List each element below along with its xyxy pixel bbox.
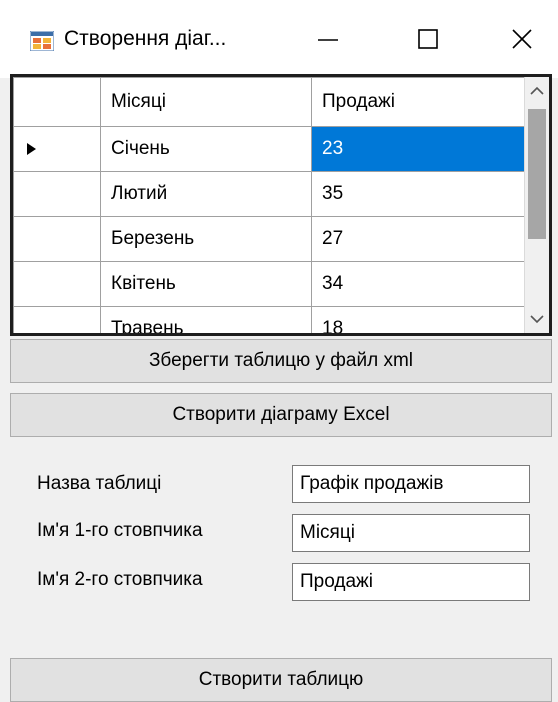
form-app-icon [30, 31, 54, 51]
data-grid-table: Місяці Продажі Січень 23 Лютий 35 Березе… [13, 77, 527, 333]
table-row[interactable]: Квітень 34 [13, 261, 527, 307]
month-cell[interactable]: Квітень [100, 261, 312, 307]
close-icon [512, 29, 532, 49]
column2-name-label: Ім'я 2-го стовпчика [37, 569, 203, 590]
table-row[interactable]: Лютий 35 [13, 171, 527, 217]
sales-cell[interactable]: 23 [311, 126, 527, 172]
month-cell[interactable]: Травень [100, 306, 312, 333]
table-name-field[interactable] [292, 465, 530, 503]
maximize-button[interactable] [405, 20, 451, 58]
close-button[interactable] [499, 20, 545, 58]
create-table-button[interactable]: Створити таблицю [10, 658, 552, 702]
row-header[interactable] [13, 261, 101, 307]
create-excel-chart-button[interactable]: Створити діаграму Excel [10, 393, 552, 437]
minimize-icon [318, 39, 338, 41]
main-window: Створення діаг... Місяці Продажі Січень … [0, 0, 558, 702]
month-cell[interactable]: Березень [100, 216, 312, 262]
column1-name-label: Ім'я 1-го стовпчика [37, 520, 203, 541]
grid-vertical-scrollbar[interactable] [524, 77, 549, 333]
row-header[interactable] [13, 126, 101, 172]
window-title: Створення діаг... [64, 27, 227, 50]
month-cell[interactable]: Січень [100, 126, 312, 172]
header-row: Місяці Продажі [13, 77, 527, 127]
chevron-up-icon [530, 86, 544, 95]
sales-cell[interactable]: 27 [311, 216, 527, 262]
table-name-label: Назва таблиці [37, 473, 162, 494]
sales-cell[interactable]: 34 [311, 261, 527, 307]
current-row-arrow-icon [27, 142, 36, 155]
column-header-months[interactable]: Місяці [100, 77, 312, 127]
maximize-icon [418, 29, 438, 49]
sales-cell[interactable]: 35 [311, 171, 527, 217]
table-row[interactable]: Січень 23 [13, 126, 527, 172]
scroll-down-button[interactable] [525, 307, 549, 331]
column1-name-field[interactable] [292, 514, 530, 552]
minimize-button[interactable] [305, 20, 351, 58]
title-bar[interactable]: Створення діаг... [0, 0, 558, 78]
table-row[interactable]: Березень 27 [13, 216, 527, 262]
table-row[interactable]: Травень 18 [13, 306, 527, 333]
column-header-sales[interactable]: Продажі [311, 77, 527, 127]
sales-cell[interactable]: 18 [311, 306, 527, 333]
corner-header-cell[interactable] [13, 77, 101, 127]
chevron-down-icon [530, 315, 544, 324]
save-xml-button[interactable]: Зберегти таблицю у файл xml [10, 339, 552, 383]
scroll-thumb[interactable] [528, 109, 546, 239]
row-header[interactable] [13, 216, 101, 262]
column2-name-field[interactable] [292, 563, 530, 601]
row-header[interactable] [13, 306, 101, 333]
row-header[interactable] [13, 171, 101, 217]
month-cell[interactable]: Лютий [100, 171, 312, 217]
scroll-up-button[interactable] [525, 79, 549, 103]
data-grid[interactable]: Місяці Продажі Січень 23 Лютий 35 Березе… [10, 74, 552, 336]
